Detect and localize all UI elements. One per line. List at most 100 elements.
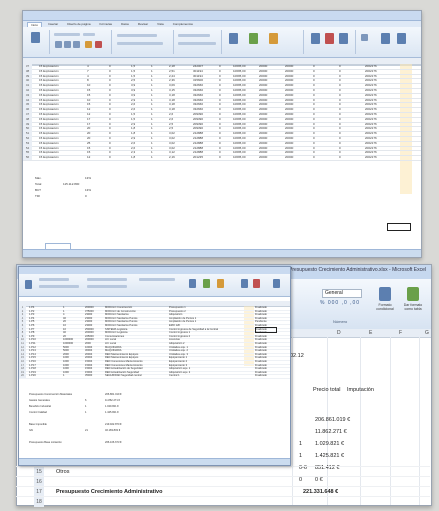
col-header-g[interactable]: G — [425, 330, 429, 336]
font-buttons[interactable] — [39, 285, 79, 288]
totals-row[interactable]: IVA 21 46.183.803 € — [19, 429, 290, 433]
cell-e[interactable]: Central 1 — [169, 374, 180, 378]
cell-d[interactable]: 1,8 — [131, 155, 135, 160]
cell-b[interactable]: 1 — [63, 374, 64, 378]
cell-e[interactable]: 1 — [151, 155, 153, 160]
sort-filter-icon[interactable] — [381, 33, 390, 44]
format-table-icon[interactable] — [203, 279, 210, 288]
paste-icon[interactable] — [31, 32, 40, 43]
number-format-buttons[interactable]: % 000 ,0 ,00 — [320, 300, 360, 306]
fill-color-icon[interactable] — [85, 41, 92, 48]
row-number[interactable]: 56 — [23, 155, 32, 160]
cell-f[interactable]: 2,16 — [169, 155, 175, 160]
cell-l[interactable]: 0 — [313, 155, 315, 160]
ribbon-tab[interactable]: Complementos — [170, 22, 196, 26]
number-format-combo[interactable] — [178, 34, 210, 37]
conditional-format-icon[interactable] — [379, 287, 391, 301]
totals-row[interactable]: Gastos Generales 6 11.862.271 € — [19, 399, 290, 403]
ribbon-tab[interactable]: Datos — [118, 22, 132, 26]
col-header-d[interactable]: D — [337, 330, 341, 336]
cell-styles-icon[interactable] — [269, 33, 278, 44]
ribbon-tab[interactable]: Inicio — [27, 21, 43, 27]
find-select-icon[interactable] — [397, 33, 406, 44]
conditional-format-icon[interactable] — [229, 33, 238, 44]
totals-row[interactable] — [19, 417, 290, 421]
totals-row[interactable]: Presupuesto Construcción Materiales 206.8… — [19, 393, 290, 397]
cell-c[interactable]: 35000 — [85, 374, 92, 378]
summary-label: Total — [35, 182, 42, 186]
format-table-label[interactable]: Dar formato como tabla — [400, 303, 426, 311]
cell-b[interactable]: 12 — [87, 155, 90, 160]
indent-buttons[interactable] — [117, 42, 163, 45]
ribbon-tab[interactable]: Vista — [154, 22, 167, 26]
col-header-e[interactable]: E — [369, 330, 372, 336]
row-number[interactable]: 20 — [19, 374, 26, 378]
quantity-cell[interactable]: 1 — [299, 453, 302, 459]
cell-m[interactable]: 0 — [339, 155, 341, 160]
paste-icon[interactable] — [25, 280, 32, 289]
format-table-icon[interactable] — [249, 33, 258, 44]
table-row[interactable]: 56 15 Explotación 12 0 1,8 1 2,16 201235 0 10695,… — [23, 155, 421, 161]
number-format-buttons[interactable] — [178, 42, 216, 45]
font-combo[interactable] — [39, 278, 69, 281]
summary-row[interactable]: BCT 13% — [23, 188, 421, 193]
cell-f[interactable]: Finalizado — [255, 374, 267, 378]
number-format-combo[interactable]: General — [322, 289, 362, 298]
cell-h[interactable]: 0 — [219, 155, 221, 160]
cell-d[interactable]: SEGURIDAD Seguridad central — [105, 374, 141, 378]
ribbon-tab[interactable]: Revisar — [135, 22, 151, 26]
sort-filter-icon[interactable] — [273, 279, 280, 288]
summary-row[interactable]: Total 115.112.800 — [23, 182, 421, 187]
totals-row[interactable]: Base Imponible 219.922.870 € — [19, 423, 290, 427]
totals-row[interactable]: Beneficio Industrial 1 1.029.821 € — [19, 405, 290, 409]
summary-row[interactable]: TIR 0 — [23, 194, 421, 199]
insert-icon[interactable] — [241, 279, 248, 288]
conditional-format-label[interactable]: Formato condicional — [372, 303, 398, 311]
cell-j[interactable]: 20000 — [259, 155, 267, 160]
cell-n2[interactable]: 2002176 — [365, 155, 377, 160]
delete-icon[interactable] — [325, 33, 334, 44]
totals-row[interactable] — [19, 435, 290, 439]
align-buttons[interactable] — [117, 34, 157, 37]
indent-buttons[interactable] — [87, 285, 127, 288]
cell-a[interactable]: 1.P20 — [29, 374, 36, 378]
cell-k[interactable]: 20000 — [285, 155, 293, 160]
delete-icon[interactable] — [253, 279, 260, 288]
format-table-icon[interactable] — [407, 287, 419, 301]
row-number[interactable]: 18 — [34, 497, 44, 507]
ribbon-tab[interactable]: Diseño de página — [64, 22, 93, 26]
table-row[interactable]: 20 1.P20 1 35000 SEGURIDAD Seguridad central… — [19, 374, 290, 379]
table-row[interactable]: 18 — [16, 496, 430, 507]
selected-cell[interactable] — [255, 327, 277, 333]
price-total-cell[interactable]: 1.425.821 € — [315, 453, 344, 459]
price-total-cell[interactable]: 11.862.271 € — [315, 429, 347, 435]
font-size-combo[interactable] — [83, 33, 95, 36]
price-total-cell[interactable]: 206.861.019 € — [315, 417, 350, 423]
insert-icon[interactable] — [311, 33, 320, 44]
price-total-cell[interactable]: 1.029.821 € — [315, 441, 344, 447]
format-icon[interactable] — [339, 33, 348, 44]
conditional-format-icon[interactable] — [189, 279, 196, 288]
font-combo[interactable] — [54, 33, 80, 36]
totals-row[interactable]: Presupuesto Base Licitación 266.106.673 € — [19, 441, 290, 445]
col-header-f[interactable]: F — [399, 330, 402, 336]
cell-g[interactable]: 201235 — [193, 155, 203, 160]
italic-icon[interactable] — [64, 41, 71, 48]
top-sheet-grid[interactable]: 37 15 Explotación 4 0 1,5 1 2,18 242007 0 10695,0… — [23, 64, 421, 250]
bold-icon[interactable] — [55, 41, 62, 48]
underline-icon[interactable] — [73, 41, 80, 48]
cell-styles-icon[interactable] — [217, 279, 224, 288]
ribbon-tab[interactable]: Fórmulas — [97, 22, 116, 26]
selected-cell[interactable] — [387, 223, 411, 231]
cell-a[interactable]: 15 Explotación — [39, 155, 59, 160]
quantity-cell[interactable]: 1 — [299, 441, 302, 447]
ribbon-tab[interactable]: Insertar — [45, 22, 61, 26]
font-color-icon[interactable] — [95, 41, 102, 48]
totals-row[interactable]: Control Calidad 1 1.425.821 € — [19, 411, 290, 415]
cell-i[interactable]: 10695,00 — [233, 155, 246, 160]
number-format-combo[interactable] — [139, 278, 175, 281]
align-buttons[interactable] — [87, 278, 127, 281]
sum-icon[interactable] — [361, 34, 368, 41]
cell-c[interactable]: 0 — [109, 155, 111, 160]
summary-row[interactable]: Máx. 13% — [23, 176, 421, 181]
